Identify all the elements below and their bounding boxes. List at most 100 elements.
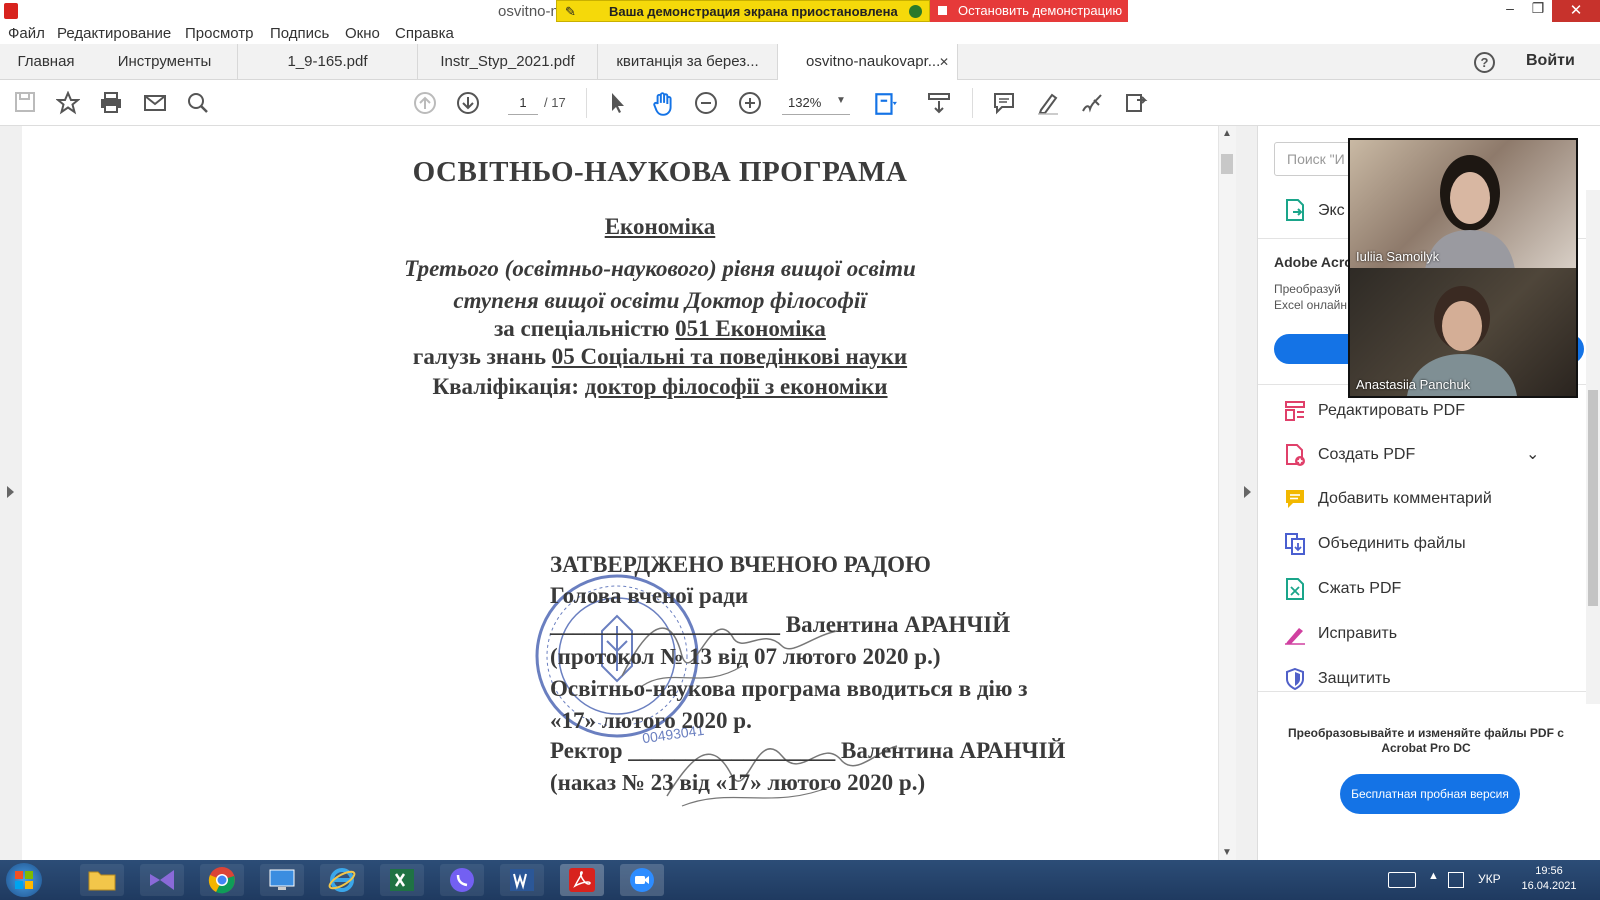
start-button[interactable] xyxy=(6,863,42,897)
tool-fix[interactable]: Исправить xyxy=(1258,613,1588,657)
minimize-button[interactable]: ‒ xyxy=(1496,0,1524,22)
word-icon[interactable] xyxy=(500,864,544,896)
print-icon[interactable] xyxy=(99,91,123,115)
page-number-input[interactable]: 1 xyxy=(508,91,538,115)
menu-sign[interactable]: Подпись xyxy=(270,25,329,42)
tab-label: osvitno-naukovapr... xyxy=(806,53,941,70)
stop-icon xyxy=(938,6,947,15)
network-icon[interactable] xyxy=(1448,872,1464,888)
tab-doc-3[interactable]: квитанція за берез... xyxy=(598,44,778,80)
bookmark-star-icon[interactable] xyxy=(55,90,81,115)
tab-home[interactable]: Главная xyxy=(0,44,92,80)
promo-title: Adobe Acro xyxy=(1274,254,1353,270)
collapse-right-pane-icon[interactable] xyxy=(1244,486,1251,498)
free-trial-button[interactable]: Бесплатная пробная версия xyxy=(1340,774,1520,814)
close-window-button[interactable]: ✕ xyxy=(1552,0,1600,22)
tool-add-comment[interactable]: Добавить комментарий xyxy=(1258,478,1588,522)
language-indicator[interactable]: УКР xyxy=(1478,872,1501,886)
doc-subject: Економіка xyxy=(604,214,716,239)
doc-qualification: Кваліфікація: доктор філософії з економі… xyxy=(22,374,1218,400)
chevron-down-icon[interactable]: ⌄ xyxy=(1526,444,1539,464)
remote-desktop-icon[interactable] xyxy=(260,864,304,896)
stop-share-button[interactable]: Остановить демонстрацию xyxy=(930,0,1128,22)
zoom-out-icon[interactable] xyxy=(694,91,718,115)
page-down-icon[interactable] xyxy=(456,91,480,115)
participant-video-2[interactable]: Anastasiia Panchuk xyxy=(1350,268,1576,396)
help-icon[interactable]: ? xyxy=(1474,52,1495,73)
tool-protect[interactable]: Защитить xyxy=(1258,658,1588,702)
clock-date: 16.04.2021 xyxy=(1521,880,1577,892)
scroll-mode-icon[interactable] xyxy=(927,91,951,115)
menu-window[interactable]: Окно xyxy=(345,25,380,42)
participant-name: Anastasiia Panchuk xyxy=(1356,377,1471,392)
council-head-label: Голова вченої ради xyxy=(550,583,749,608)
participant-video-1[interactable]: Iuliia Samoilyk xyxy=(1350,140,1576,268)
clock-time: 19:56 xyxy=(1535,865,1563,877)
tool-compress-pdf[interactable]: Сжать PDF xyxy=(1258,568,1588,612)
tool-combine-files[interactable]: Объединить файлы xyxy=(1258,523,1588,567)
doc-level-line1: Третього (освітньо-наукового) рівня вищо… xyxy=(404,256,916,281)
comment-icon xyxy=(1284,488,1306,510)
export-pdf-label[interactable]: Экс xyxy=(1318,202,1345,220)
tab-doc-2[interactable]: Instr_Styp_2021.pdf xyxy=(418,44,598,80)
menu-help[interactable]: Справка xyxy=(395,25,454,42)
save-icon[interactable] xyxy=(13,91,37,115)
keyboard-icon[interactable] xyxy=(1388,872,1416,888)
edit-pdf-icon xyxy=(1284,400,1306,422)
excel-icon[interactable] xyxy=(380,864,424,896)
combine-icon xyxy=(1284,533,1306,555)
highlight-pen-icon[interactable] xyxy=(1036,91,1060,115)
chrome-icon[interactable] xyxy=(200,864,244,896)
rector-blank: __________________ xyxy=(628,738,836,763)
visual-studio-icon[interactable] xyxy=(140,864,184,896)
share-send-icon[interactable] xyxy=(1124,91,1148,115)
create-pdf-icon xyxy=(1284,444,1306,466)
hand-tool-icon[interactable] xyxy=(650,91,674,116)
tool-create-pdf[interactable]: Создать PDF ⌄ xyxy=(1258,434,1588,478)
fit-page-icon[interactable] xyxy=(872,91,897,115)
restore-button[interactable]: ❐ xyxy=(1524,0,1552,22)
sign-icon[interactable] xyxy=(1080,91,1104,115)
comment-icon[interactable] xyxy=(992,91,1016,115)
chevron-down-icon[interactable]: ▼ xyxy=(836,95,846,106)
tools-pane-scroll-thumb[interactable] xyxy=(1588,390,1598,606)
title-bar: osvitno-n ✎ Ваша демонстрация экрана при… xyxy=(0,0,1600,22)
menu-file[interactable]: Файл xyxy=(8,25,45,42)
scroll-up-icon[interactable]: ▲ xyxy=(1222,128,1232,139)
internet-explorer-icon[interactable] xyxy=(320,864,364,896)
tab-close-icon[interactable]: ✕ xyxy=(939,44,949,80)
field-prefix: галузь знань xyxy=(412,344,547,369)
page-up-icon[interactable] xyxy=(413,91,437,115)
specialty-value: 051 Економіка xyxy=(675,316,826,341)
shield-check-icon xyxy=(909,5,922,18)
page-total: / 17 xyxy=(544,95,566,110)
zoom-taskbar-icon[interactable] xyxy=(620,864,664,896)
promo-text-line1: Преобразуй xyxy=(1274,282,1341,296)
scroll-down-icon[interactable]: ▼ xyxy=(1222,847,1232,858)
pencil-icon: ✎ xyxy=(565,4,576,19)
windows-taskbar: ▲ УКР 19:56 16.04.2021 xyxy=(0,860,1600,900)
menu-view[interactable]: Просмотр xyxy=(185,25,254,42)
document-scrollbar[interactable]: ▲ ▼ xyxy=(1218,126,1236,860)
document-scroll-thumb[interactable] xyxy=(1221,154,1233,174)
select-cursor-icon[interactable] xyxy=(606,91,630,115)
login-button[interactable]: Войти xyxy=(1526,52,1575,70)
tray-expand-icon[interactable]: ▲ xyxy=(1428,870,1439,882)
viber-icon[interactable] xyxy=(440,864,484,896)
head-blank: ____________________ xyxy=(550,612,780,637)
tab-doc-active[interactable]: osvitno-naukovapr... ✕ xyxy=(778,44,958,81)
acrobat-taskbar-icon[interactable] xyxy=(560,864,604,896)
expand-left-pane-icon[interactable] xyxy=(7,486,14,498)
tab-tools[interactable]: Инструменты xyxy=(92,44,238,80)
specialty-prefix: за спеціальністю xyxy=(494,316,670,341)
zoom-in-icon[interactable] xyxy=(738,91,762,115)
system-clock[interactable]: 19:56 16.04.2021 xyxy=(1514,864,1584,894)
file-explorer-icon[interactable] xyxy=(80,864,124,896)
menu-edit[interactable]: Редактирование xyxy=(57,25,171,42)
doc-level-line2: ступеня вищої освіти Доктор філософії xyxy=(453,288,867,313)
email-icon[interactable] xyxy=(143,91,167,115)
share-paused-text: Ваша демонстрация экрана приостановлена xyxy=(609,4,898,19)
tab-doc-1[interactable]: 1_9-165.pdf xyxy=(238,44,418,80)
search-zoom-icon[interactable] xyxy=(186,91,210,115)
tool-label: Создать PDF xyxy=(1318,446,1416,463)
